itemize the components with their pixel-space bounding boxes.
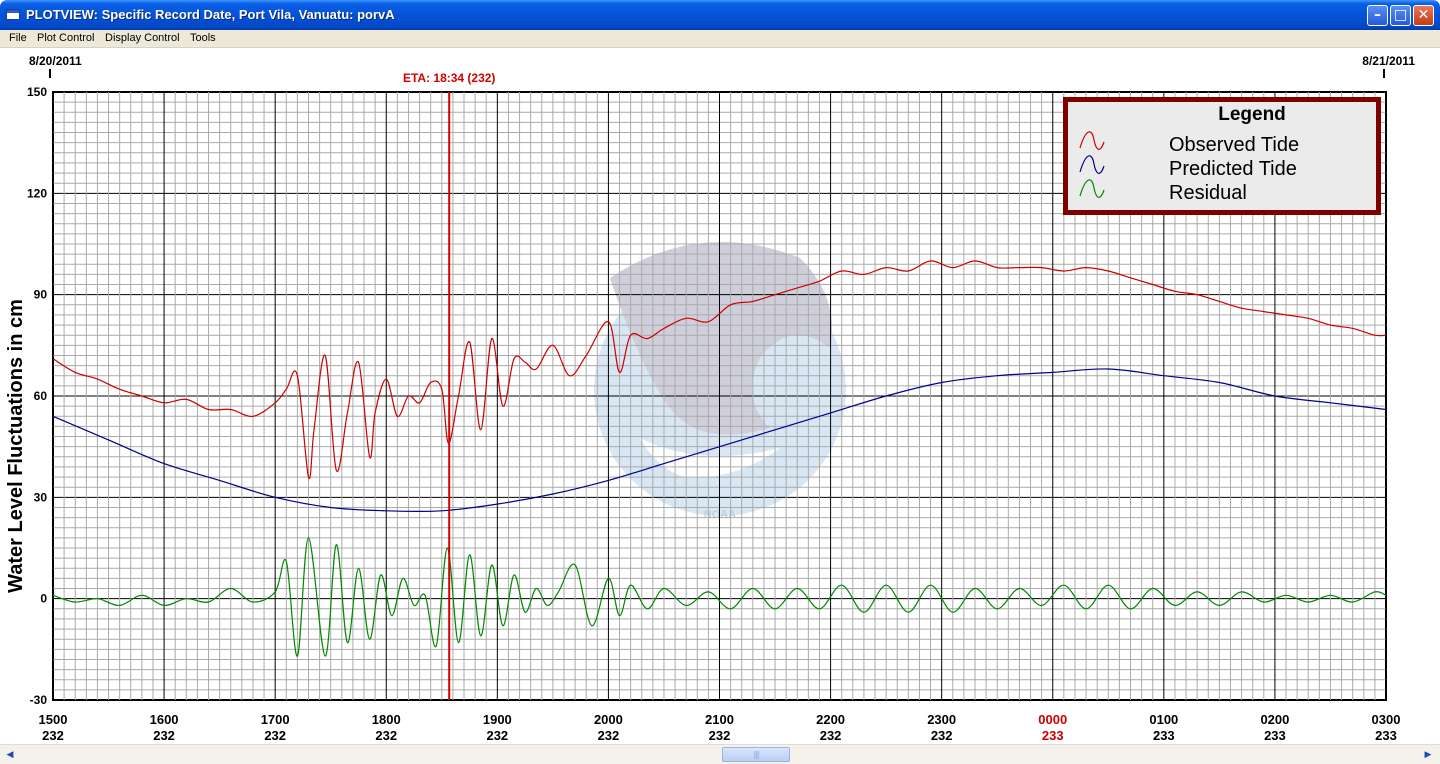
y-tick-label: 0 — [40, 592, 47, 606]
y-tick-label: 120 — [27, 186, 47, 200]
scroll-thumb[interactable] — [722, 747, 790, 762]
plot-area[interactable]: NOAA 1501209060300-301500232160023217002… — [0, 48, 1440, 744]
x-tick-time-label: 0100 — [1149, 712, 1178, 727]
legend-box: Legend Observed TidePredicted TideResidu… — [1063, 97, 1381, 215]
scroll-left-icon[interactable]: ◀ — [2, 747, 18, 763]
x-tick-day-label: 232 — [931, 728, 953, 743]
x-tick-day-label: 232 — [264, 728, 286, 743]
x-tick-time-label: 1700 — [261, 712, 290, 727]
y-tick-label: 30 — [34, 490, 48, 504]
scroll-right-icon[interactable]: ▶ — [1420, 747, 1436, 763]
menu-tools[interactable]: Tools — [190, 32, 216, 44]
x-tick-day-label: 233 — [1375, 728, 1397, 743]
x-tick-time-label: 0200 — [1260, 712, 1289, 727]
app-icon[interactable] — [6, 9, 20, 20]
x-tick-day-label: 232 — [598, 728, 620, 743]
menu-file[interactable]: File — [9, 32, 27, 44]
title-bar[interactable]: PLOTVIEW: Specific Record Date, Port Vil… — [0, 0, 1440, 30]
y-tick-label: -30 — [30, 693, 48, 707]
x-tick-day-label: 232 — [709, 728, 731, 743]
x-tick-time-label: 1800 — [372, 712, 401, 727]
x-tick-day-label: 233 — [1042, 728, 1064, 743]
maximize-icon: □ — [1393, 7, 1408, 23]
x-tick-time-label: 2000 — [594, 712, 623, 727]
y-tick-label: 90 — [34, 288, 48, 302]
eta-label: ETA: 18:34 (232) — [403, 71, 495, 85]
legend-title: Legend — [1218, 104, 1286, 125]
y-axis-label: Water Level Fluctuations in cm — [5, 299, 27, 593]
close-icon: ✕ — [1417, 7, 1430, 23]
minimize-button[interactable]: – — [1367, 5, 1388, 26]
close-button[interactable]: ✕ — [1413, 5, 1434, 26]
x-tick-day-label: 232 — [153, 728, 175, 743]
menu-bar: File Plot Control Display Control Tools — [0, 30, 1440, 48]
y-tick-label: 150 — [27, 85, 47, 99]
legend-item-label: Residual — [1169, 182, 1247, 204]
date-right-label: 8/21/2011 — [1362, 54, 1415, 68]
x-tick-time-label: 2100 — [705, 712, 734, 727]
minimize-icon: – — [1374, 7, 1381, 23]
x-tick-time-label: 0000 — [1038, 712, 1067, 727]
date-left-label: 8/20/2011 — [29, 54, 82, 68]
x-tick-day-label: 232 — [820, 728, 842, 743]
x-tick-time-label: 2200 — [816, 712, 845, 727]
x-tick-time-label: 1500 — [39, 712, 68, 727]
legend-item-label: Predicted Tide — [1169, 158, 1297, 180]
x-tick-day-label: 233 — [1153, 728, 1175, 743]
legend-item-label: Observed Tide — [1169, 134, 1299, 156]
x-tick-time-label: 1900 — [483, 712, 512, 727]
window-title: PLOTVIEW: Specific Record Date, Port Vil… — [26, 7, 395, 22]
x-tick-day-label: 233 — [1264, 728, 1286, 743]
menu-plot-control[interactable]: Plot Control — [37, 32, 94, 44]
x-tick-day-label: 232 — [42, 728, 64, 743]
maximize-button[interactable]: □ — [1390, 5, 1411, 26]
x-tick-time-label: 0300 — [1372, 712, 1401, 727]
x-tick-time-label: 1600 — [150, 712, 179, 727]
x-tick-time-label: 2300 — [927, 712, 956, 727]
tide-chart[interactable]: NOAA 1501209060300-301500232160023217002… — [0, 48, 1440, 744]
y-tick-label: 60 — [34, 389, 48, 403]
menu-display-control[interactable]: Display Control — [105, 32, 180, 44]
horizontal-scrollbar[interactable]: ◀ ▶ — [0, 744, 1440, 764]
x-tick-day-label: 232 — [375, 728, 397, 743]
x-tick-day-label: 232 — [486, 728, 508, 743]
